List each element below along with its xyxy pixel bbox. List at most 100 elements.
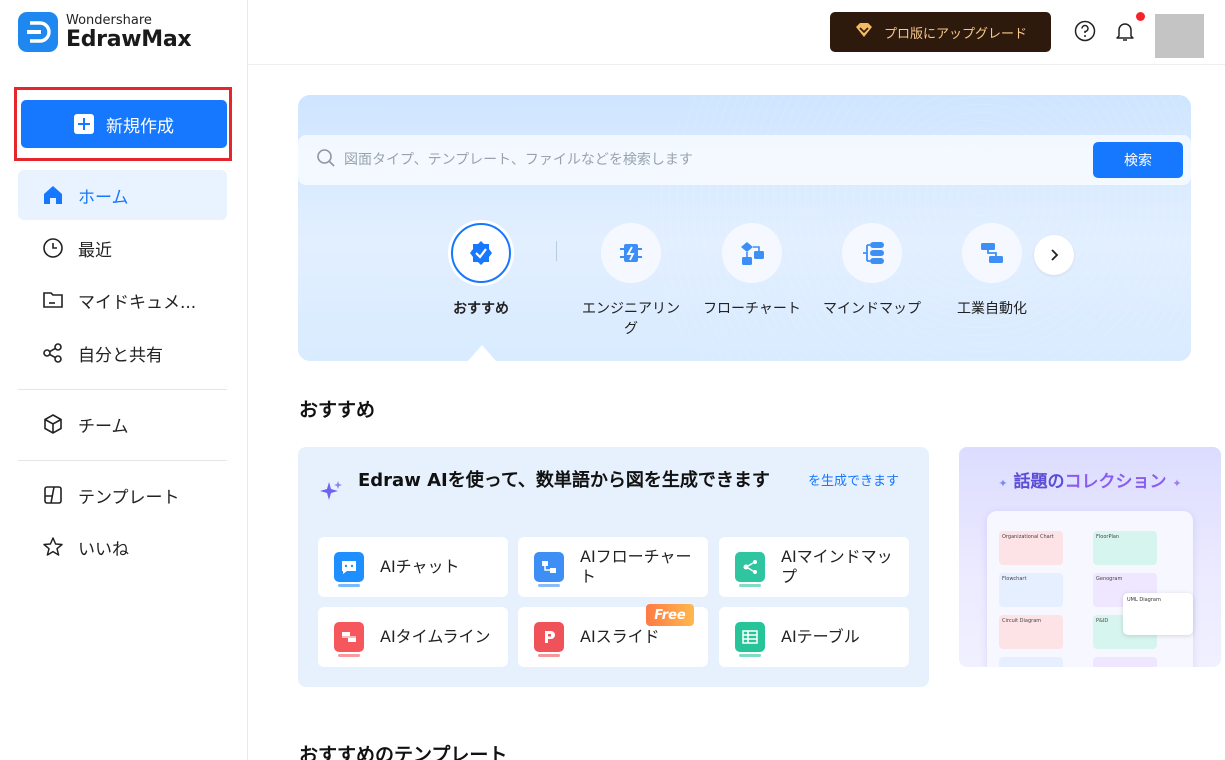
thumbnail: FloorPlan <box>1093 531 1157 565</box>
hero-banner: 検索 おすすめ エンジニアリング フローチャート マインドマップ <box>298 95 1191 361</box>
category-separator <box>556 241 557 261</box>
sparkle-icon: ✦ <box>998 477 1008 490</box>
ai-chat-button[interactable]: AIチャット <box>318 537 508 597</box>
thumbnail-uml: UML Diagram <box>1123 593 1193 635</box>
thumbnail: Flowchart <box>999 573 1063 607</box>
diamond-icon <box>854 22 874 42</box>
category-label: エンジニアリング <box>582 301 680 337</box>
logo[interactable]: Wondershare EdrawMax <box>18 12 192 52</box>
mindmap-icon <box>842 223 902 283</box>
search-bar: 検索 <box>298 135 1191 185</box>
clock-icon <box>42 237 64 259</box>
sidebar-item-label: マイドキュメ... <box>78 292 197 313</box>
ai-card-title: Edraw AIを使って、数単語から図を生成できます <box>358 470 770 491</box>
sidebar-item-recent[interactable]: 最近 <box>18 223 227 273</box>
ai-tool-label: AIテーブル <box>781 627 860 646</box>
help-icon[interactable] <box>1074 20 1096 46</box>
table-icon <box>735 622 765 657</box>
ai-card-link[interactable]: を生成できます <box>808 472 908 492</box>
sidebar-item-label: チーム <box>78 416 129 437</box>
category-label: 工業自動化 <box>957 301 1027 317</box>
new-create-label: 新規作成 <box>106 116 174 137</box>
ai-tool-label: AIマインドマップ <box>781 547 893 586</box>
sparkle-icon: ✦ <box>1172 477 1182 490</box>
flowchart-icon <box>722 223 782 283</box>
category-industrial-automation[interactable]: 工業自動化 <box>942 223 1042 319</box>
app-window: Wondershare EdrawMax 新規作成 ホーム 最近 マイドキュメ.… <box>0 0 1225 760</box>
recommended-templates-title: おすすめのテンプレート <box>299 744 508 760</box>
search-icon <box>316 148 336 172</box>
ai-tool-label: AIチャット <box>380 557 460 576</box>
category-flowchart[interactable]: フローチャート <box>702 223 802 319</box>
thumbnail <box>1093 657 1157 667</box>
category-engineering[interactable]: エンジニアリング <box>581 223 681 339</box>
sidebar-item-label: テンプレート <box>78 487 180 508</box>
mindmap-icon <box>735 552 765 587</box>
ai-tool-label: AIタイムライン <box>380 627 491 646</box>
collection-preview: Organizational Chart FloorPlan Flowchart… <box>987 511 1193 667</box>
ai-mindmap-button[interactable]: AIマインドマップ <box>719 537 909 597</box>
sidebar-item-label: ホーム <box>78 187 129 208</box>
sidebar-divider <box>18 460 227 461</box>
logo-brand: Wondershare <box>66 12 152 28</box>
cube-icon <box>42 413 64 435</box>
top-header: プロ版にアップグレード <box>248 0 1225 65</box>
notification-dot <box>1136 12 1145 21</box>
category-mindmap[interactable]: マインドマップ <box>822 223 922 319</box>
sidebar-item-favorites[interactable]: いいね <box>18 522 227 572</box>
sidebar-item-team[interactable]: チーム <box>18 399 227 449</box>
plus-icon <box>74 114 94 134</box>
sparkle-icon <box>318 479 344 509</box>
category-next-button[interactable] <box>1034 235 1074 275</box>
logo-product: EdrawMax <box>66 26 192 52</box>
edraw-ai-card: Edraw AIを使って、数単語から図を生成できます を生成できます AIチャッ… <box>298 447 929 687</box>
sidebar-divider <box>18 389 227 390</box>
recommended-section-title: おすすめ <box>299 399 376 421</box>
chip-icon <box>601 223 661 283</box>
upgrade-pro-button[interactable]: プロ版にアップグレード <box>830 12 1051 52</box>
share-icon <box>42 342 64 364</box>
star-icon <box>42 536 64 558</box>
sidebar-item-label: 自分と共有 <box>78 345 163 366</box>
ai-table-button[interactable]: AIテーブル <box>719 607 909 667</box>
category-pointer <box>468 345 496 361</box>
sidebar-item-shared[interactable]: 自分と共有 <box>18 328 227 378</box>
category-label: フローチャート <box>703 301 801 317</box>
sidebar: Wondershare EdrawMax 新規作成 ホーム 最近 マイドキュメ.… <box>0 0 248 760</box>
trending-collection-card[interactable]: ✦ 話題のコレクション ✦ Organizational Chart Floor… <box>959 447 1221 667</box>
ai-tool-label: AIフローチャート <box>580 547 692 586</box>
new-button-highlight: 新規作成 <box>14 87 232 161</box>
sidebar-item-home[interactable]: ホーム <box>18 170 227 220</box>
collection-title: ✦ 話題のコレクション ✦ <box>998 472 1182 492</box>
edrawmax-logo-icon <box>18 12 58 52</box>
flowchart-icon <box>534 552 564 587</box>
avatar[interactable] <box>1155 14 1204 58</box>
category-label: マインドマップ <box>823 301 921 317</box>
new-create-button[interactable]: 新規作成 <box>21 100 227 148</box>
thumbnail: Circuit Diagram <box>999 615 1063 649</box>
timeline-icon <box>334 622 364 657</box>
search-input[interactable] <box>344 152 1191 168</box>
upgrade-label: プロ版にアップグレード <box>883 26 1027 42</box>
chat-icon <box>334 552 364 587</box>
sidebar-item-my-documents[interactable]: マイドキュメ... <box>18 275 227 325</box>
ai-flowchart-button[interactable]: AIフローチャート <box>518 537 708 597</box>
badge-check-icon <box>451 223 511 283</box>
ai-timeline-button[interactable]: AIタイムライン <box>318 607 508 667</box>
category-label: おすすめ <box>453 301 509 317</box>
bell-icon[interactable] <box>1114 20 1136 46</box>
sidebar-item-label: 最近 <box>78 240 112 261</box>
slides-icon <box>534 622 564 657</box>
home-icon <box>42 184 64 206</box>
search-button[interactable]: 検索 <box>1093 142 1183 178</box>
sidebar-item-templates[interactable]: テンプレート <box>18 470 227 520</box>
category-recommended[interactable]: おすすめ <box>431 223 531 319</box>
thumbnail <box>999 657 1063 667</box>
thumbnail: Organizational Chart <box>999 531 1063 565</box>
ai-tool-label: AIスライド <box>580 627 660 646</box>
chevron-right-icon <box>1048 246 1060 265</box>
template-icon <box>42 484 64 506</box>
automation-icon <box>962 223 1022 283</box>
folder-icon <box>42 289 64 311</box>
sidebar-item-label: いいね <box>78 539 129 560</box>
